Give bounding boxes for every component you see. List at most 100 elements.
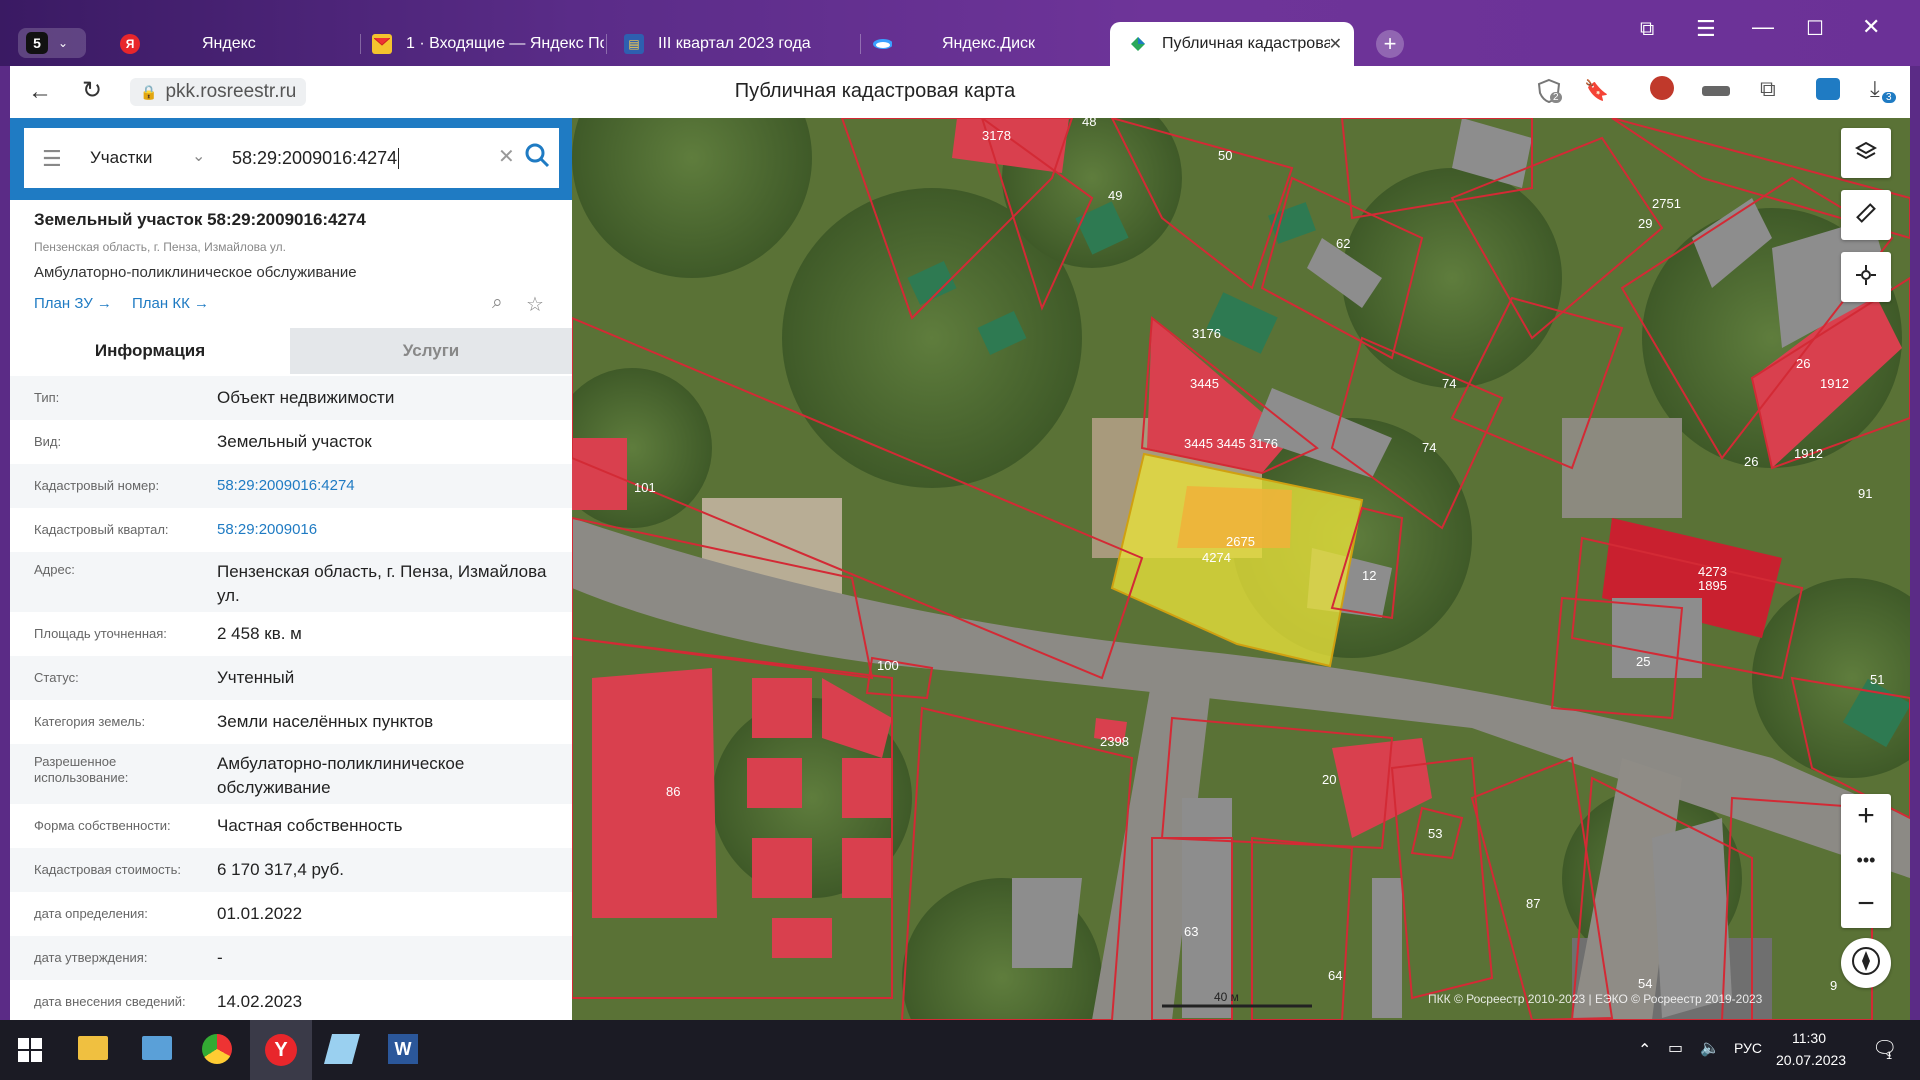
- downloads-icon[interactable]: ⤓ 3: [1870, 76, 1896, 103]
- info-value: Учтенный: [217, 668, 295, 687]
- svg-text:1912: 1912: [1820, 376, 1849, 391]
- layers-icon: [1854, 140, 1878, 167]
- tab-info[interactable]: Информация: [10, 328, 290, 374]
- yandex-browser-icon: Y: [265, 1034, 297, 1066]
- tab-label: Публичная кадастровая карта: [1162, 35, 1330, 52]
- notification-count: 1: [1886, 1050, 1893, 1062]
- tab-quarter[interactable]: ▤ III квартал 2023 года: [624, 22, 856, 66]
- page-content: 3178 48 50 49 2751 29 62 3176 3445 3445 …: [10, 118, 1910, 1020]
- plan-zu-link[interactable]: План ЗУ →: [34, 295, 112, 312]
- collections-icon[interactable]: ⧉: [1760, 76, 1776, 102]
- cadastral-map[interactable]: 3178 48 50 49 2751 29 62 3176 3445 3445 …: [572, 118, 1910, 1020]
- new-tab-button[interactable]: +: [1376, 30, 1404, 58]
- close-tab-icon[interactable]: ✕: [1329, 34, 1342, 54]
- extension-icon[interactable]: [1650, 76, 1674, 100]
- info-row: Площадь уточненная: 2 458 кв. м: [10, 612, 572, 656]
- clock-date[interactable]: 20.07.2023: [1776, 1052, 1846, 1068]
- map-copyright: ПКК © Росреестр 2010-2023 | ЕЭКО © Росре…: [1428, 992, 1763, 1006]
- search-box: ☰ Участки ⌄ 58:29:2009016:4274 ✕: [24, 128, 559, 188]
- info-value: Объект недвижимости: [217, 388, 395, 407]
- info-value: Амбулаторно-поликлиническое обслуживание: [217, 754, 465, 797]
- network-icon[interactable]: ▭: [1668, 1038, 1683, 1058]
- info-row: Форма собственности: Частная собственност…: [10, 804, 572, 848]
- svg-text:100: 100: [877, 658, 899, 673]
- svg-text:26: 26: [1796, 356, 1810, 371]
- yandex-browser-taskbar[interactable]: Y: [250, 1020, 312, 1080]
- svg-text:20: 20: [1322, 772, 1336, 787]
- svg-text:4274: 4274: [1202, 550, 1231, 565]
- search-bar: ☰ Участки ⌄ 58:29:2009016:4274 ✕ ‹: [10, 118, 572, 200]
- tab-disk[interactable]: Яндекс.Диск: [872, 22, 1104, 66]
- tab-counter-button[interactable]: 5 ⌄: [18, 28, 86, 58]
- tab-yandex[interactable]: Я Яндекс: [120, 22, 360, 66]
- maximize-icon[interactable]: ☐: [1806, 16, 1824, 41]
- svg-text:3445 3445 3176: 3445 3445 3176: [1184, 436, 1278, 451]
- parcel-title: Земельный участок 58:29:2009016:4274: [34, 210, 366, 229]
- tab-services[interactable]: Услуги: [290, 328, 572, 374]
- clear-icon[interactable]: ✕: [498, 144, 515, 169]
- zoom-out-button[interactable]: −: [1841, 882, 1891, 926]
- layers-button[interactable]: [1841, 128, 1891, 178]
- svg-text:4273: 4273: [1698, 564, 1727, 579]
- svg-text:91: 91: [1858, 486, 1872, 501]
- control-panel-icon[interactable]: [142, 1036, 172, 1060]
- search-icon[interactable]: [524, 142, 550, 173]
- info-row: Статус: Учтенный: [10, 656, 572, 700]
- notes-icon[interactable]: [323, 1034, 361, 1064]
- info-key: Адрес:: [34, 562, 75, 577]
- tab-cadastral-map[interactable]: Публичная кадастровая карта ✕: [1110, 22, 1354, 66]
- menu-icon[interactable]: ☰: [42, 146, 62, 172]
- more-icon[interactable]: •••: [1841, 838, 1891, 882]
- info-value[interactable]: 58:29:2009016: [217, 518, 557, 542]
- measure-button[interactable]: [1841, 190, 1891, 240]
- bookmark-icon[interactable]: 🔖: [1584, 78, 1609, 103]
- info-key: Форма собственности:: [34, 818, 171, 833]
- svg-text:64: 64: [1328, 968, 1342, 983]
- star-icon[interactable]: ☆: [526, 292, 544, 317]
- svg-text:86: 86: [666, 784, 680, 799]
- zoom-to-icon[interactable]: ⌕: [492, 292, 503, 314]
- info-key: Кадастровый квартал:: [34, 522, 169, 537]
- info-key: Категория земель:: [34, 714, 146, 729]
- info-key: Площадь уточненная:: [34, 626, 167, 641]
- plan-kk-link[interactable]: План КК →: [132, 295, 209, 312]
- svg-text:2751: 2751: [1652, 196, 1681, 211]
- chevron-down-icon[interactable]: ⌄: [192, 146, 205, 166]
- close-window-icon[interactable]: ✕: [1862, 14, 1880, 40]
- chevron-up-icon[interactable]: ⌃: [1638, 1040, 1651, 1060]
- navigation-bar: ← ↻ 🔒 pkk.rosreestr.ru Публичная кадастр…: [10, 66, 1910, 118]
- category-select[interactable]: Участки: [90, 148, 152, 168]
- info-row: дата определения: 01.01.2022: [10, 892, 572, 936]
- extension-icon[interactable]: [1702, 86, 1730, 96]
- locate-button[interactable]: [1841, 252, 1891, 302]
- language-indicator[interactable]: РУС: [1734, 1040, 1762, 1056]
- info-key: Статус:: [34, 670, 79, 685]
- svg-text:51: 51: [1870, 672, 1884, 687]
- volume-icon[interactable]: 🔈: [1700, 1038, 1720, 1058]
- svg-text:48: 48: [1082, 118, 1096, 129]
- windows-start-icon[interactable]: [18, 1038, 42, 1067]
- badge-count: 2: [1550, 92, 1562, 103]
- minimize-icon[interactable]: —: [1752, 14, 1774, 40]
- search-input[interactable]: 58:29:2009016:4274: [232, 148, 400, 169]
- svg-text:87: 87: [1526, 896, 1540, 911]
- zoom-in-button[interactable]: +: [1841, 794, 1891, 838]
- menu-icon[interactable]: ☰: [1696, 16, 1716, 42]
- bookmarks-icon[interactable]: ⧉: [1640, 18, 1654, 41]
- svg-text:54: 54: [1638, 976, 1652, 991]
- shield-icon[interactable]: 2: [1536, 78, 1562, 104]
- compass-button[interactable]: [1841, 938, 1891, 988]
- info-value: Пензенская область, г. Пенза, Измайлова …: [217, 562, 547, 605]
- translate-icon[interactable]: [1816, 78, 1840, 100]
- parcel-address: Пензенская область, г. Пенза, Измайлова …: [34, 240, 286, 254]
- info-value[interactable]: 58:29:2009016:4274: [217, 474, 557, 498]
- info-key: Вид:: [34, 434, 62, 449]
- notifications-icon[interactable]: 🗨 1: [1872, 1036, 1897, 1062]
- svg-text:74: 74: [1442, 376, 1456, 391]
- chrome-icon[interactable]: [202, 1034, 232, 1064]
- file-explorer-icon[interactable]: [78, 1036, 108, 1060]
- info-value: 6 170 317,4 руб.: [217, 860, 344, 879]
- word-icon[interactable]: W: [388, 1034, 418, 1064]
- tab-mail[interactable]: 1 · Входящие — Яндекс Почта: [372, 22, 604, 66]
- clock-time[interactable]: 11:30: [1792, 1030, 1826, 1046]
